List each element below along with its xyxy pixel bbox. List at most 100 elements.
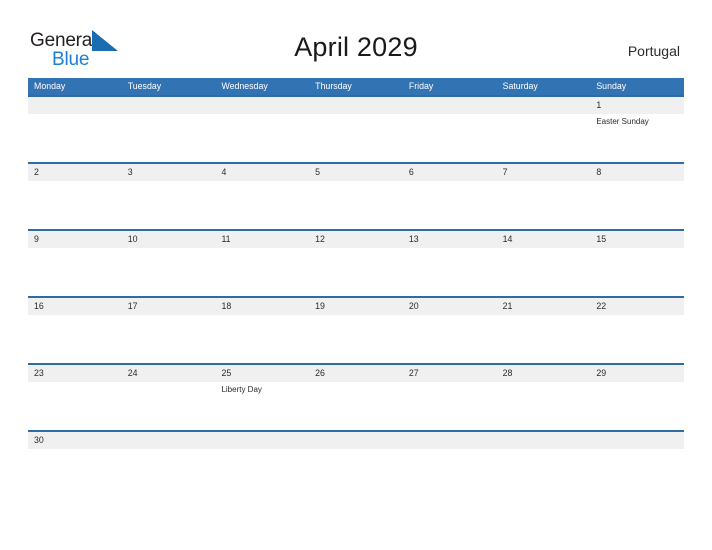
day-number[interactable]: 6: [403, 164, 497, 181]
week-row: 23 24 25 26 27 28 29 Liberty Day: [28, 363, 684, 430]
weekday-header-saturday: Saturday: [502, 81, 538, 91]
day-number[interactable]: 27: [403, 365, 497, 382]
day-event: [590, 449, 684, 450]
day-number[interactable]: [122, 432, 216, 449]
weekday-header-wednesday: Wednesday: [221, 81, 268, 91]
day-event: [309, 449, 403, 450]
day-event: [28, 248, 122, 249]
day-number[interactable]: 22: [590, 298, 684, 315]
day-number[interactable]: [309, 97, 403, 114]
week-row: 1 Easter Sunday: [28, 95, 684, 162]
week-date-band: 9 10 11 12 13 14 15: [28, 231, 684, 248]
day-number[interactable]: [497, 97, 591, 114]
day-event: [403, 114, 497, 128]
day-event: [28, 181, 122, 182]
day-number[interactable]: [215, 97, 309, 114]
day-event: [590, 382, 684, 396]
weekday-header-row: Monday Tuesday Wednesday Thursday Friday…: [28, 78, 684, 95]
day-event: [309, 114, 403, 128]
day-number[interactable]: 20: [403, 298, 497, 315]
day-number[interactable]: 21: [497, 298, 591, 315]
weekday-header-tuesday: Tuesday: [127, 81, 162, 91]
day-event: [28, 315, 122, 316]
week-event-band: [28, 181, 684, 182]
day-event: [215, 315, 309, 316]
day-event: [497, 315, 591, 316]
week-event-band: [28, 315, 684, 316]
weekday-header-friday: Friday: [408, 81, 434, 91]
day-event: [309, 315, 403, 316]
day-number[interactable]: [403, 432, 497, 449]
day-number[interactable]: 5: [309, 164, 403, 181]
day-number[interactable]: [590, 432, 684, 449]
day-event: [215, 449, 309, 450]
day-event: [403, 181, 497, 182]
day-event: [215, 181, 309, 182]
day-number[interactable]: 26: [309, 365, 403, 382]
week-date-band: 30: [28, 432, 684, 449]
day-number[interactable]: 15: [590, 231, 684, 248]
day-event: [28, 449, 122, 450]
page-header: General Blue April 2029 Portugal: [0, 0, 712, 78]
day-number[interactable]: 12: [309, 231, 403, 248]
day-event: [309, 382, 403, 396]
week-date-band: 23 24 25 26 27 28 29: [28, 365, 684, 382]
day-number[interactable]: 16: [28, 298, 122, 315]
region-label: Portugal: [627, 43, 680, 59]
day-number[interactable]: 23: [28, 365, 122, 382]
day-event: [215, 248, 309, 249]
day-event: [403, 382, 497, 396]
day-number[interactable]: [309, 432, 403, 449]
day-event: [122, 114, 216, 128]
week-date-band: 2 3 4 5 6 7 8: [28, 164, 684, 181]
day-number[interactable]: 8: [590, 164, 684, 181]
day-number[interactable]: 11: [215, 231, 309, 248]
week-row: 9 10 11 12 13 14 15: [28, 229, 684, 296]
week-row: 30: [28, 430, 684, 454]
day-number[interactable]: 25: [215, 365, 309, 382]
day-number[interactable]: 19: [309, 298, 403, 315]
day-number[interactable]: 13: [403, 231, 497, 248]
day-number[interactable]: [403, 97, 497, 114]
weekday-header-thursday: Thursday: [315, 81, 352, 91]
calendar-grid: Monday Tuesday Wednesday Thursday Friday…: [28, 78, 684, 454]
day-number[interactable]: [215, 432, 309, 449]
day-number[interactable]: 3: [122, 164, 216, 181]
day-number[interactable]: 17: [122, 298, 216, 315]
day-number[interactable]: 4: [215, 164, 309, 181]
week-row: 16 17 18 19 20 21 22: [28, 296, 684, 363]
week-event-band: Liberty Day: [28, 382, 684, 396]
day-event: [497, 382, 591, 396]
day-event: [28, 382, 122, 396]
day-number[interactable]: 2: [28, 164, 122, 181]
day-number[interactable]: 7: [497, 164, 591, 181]
week-event-band: [28, 449, 684, 450]
day-event: [497, 181, 591, 182]
day-number[interactable]: 18: [215, 298, 309, 315]
day-number[interactable]: 24: [122, 365, 216, 382]
day-event: [403, 248, 497, 249]
day-number[interactable]: 14: [497, 231, 591, 248]
weekday-header-sunday: Sunday: [596, 81, 627, 91]
week-row: 2 3 4 5 6 7 8: [28, 162, 684, 229]
day-event: [122, 248, 216, 249]
day-number[interactable]: 1: [590, 97, 684, 114]
day-event: [122, 382, 216, 396]
day-number[interactable]: 30: [28, 432, 122, 449]
day-event: [497, 248, 591, 249]
week-date-band: 1: [28, 97, 684, 114]
day-number[interactable]: 29: [590, 365, 684, 382]
day-event: Easter Sunday: [596, 117, 649, 126]
week-date-band: 16 17 18 19 20 21 22: [28, 298, 684, 315]
day-number[interactable]: 28: [497, 365, 591, 382]
day-event: [497, 449, 591, 450]
day-event: [215, 114, 309, 128]
week-event-band: [28, 248, 684, 249]
day-number[interactable]: [28, 97, 122, 114]
day-number[interactable]: [497, 432, 591, 449]
day-event: [122, 181, 216, 182]
day-event: [590, 181, 684, 182]
day-number[interactable]: 9: [28, 231, 122, 248]
day-number[interactable]: [122, 97, 216, 114]
day-number[interactable]: 10: [122, 231, 216, 248]
